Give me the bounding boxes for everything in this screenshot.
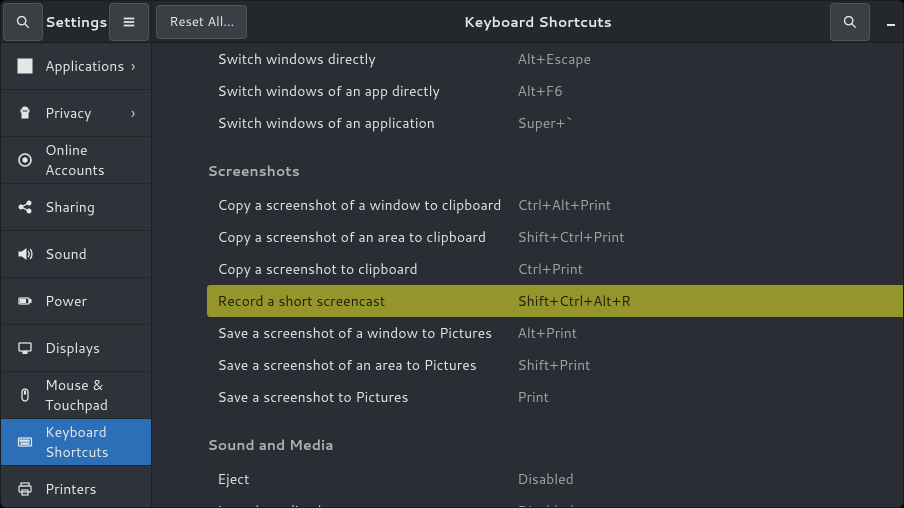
sidebar-item-mouse-touchpad[interactable]: Mouse & Touchpad: [1, 372, 151, 419]
printers-icon: [17, 481, 45, 497]
settings-app: Settings Applications›Privacy›Online Acc…: [0, 0, 904, 508]
shortcut-keys: Alt+Escape: [517, 49, 904, 69]
power-icon: [17, 293, 45, 309]
shortcut-row[interactable]: Switch windows directlyAlt+Escape: [207, 43, 904, 75]
privacy-icon: [17, 105, 45, 121]
sidebar-title: Settings: [45, 12, 107, 32]
main-title: Keyboard Shortcuts: [251, 12, 824, 32]
sidebar-item-displays[interactable]: Displays: [1, 325, 151, 372]
search-icon: [843, 15, 857, 29]
sidebar-menu-button[interactable]: [109, 3, 149, 41]
displays-icon: [17, 340, 45, 356]
shortcut-action: Copy a screenshot of a window to clipboa…: [217, 195, 517, 215]
shortcut-list: Switch windows directlyAlt+EscapeSwitch …: [152, 43, 904, 507]
sidebar-item-label: Printers: [45, 479, 135, 499]
shortcut-row[interactable]: Save a screenshot of a window to Picture…: [207, 317, 904, 349]
shortcut-keys: Shift+Print: [517, 355, 904, 375]
sharing-icon: [17, 199, 45, 215]
shortcut-row[interactable]: EjectDisabled: [207, 463, 904, 495]
shortcut-keys: Ctrl+Print: [517, 259, 904, 279]
window-buttons: [876, 7, 904, 37]
main-panel: Reset All… Keyboard Shortcuts Switch win…: [152, 1, 904, 507]
main-header: Reset All… Keyboard Shortcuts: [152, 1, 904, 43]
sidebar-list: Applications›Privacy›Online AccountsShar…: [1, 43, 151, 507]
shortcut-keys: Shift+Ctrl+Alt+R: [517, 291, 904, 311]
shortcut-row[interactable]: Copy a screenshot of a window to clipboa…: [207, 189, 904, 221]
keyboard-icon: [17, 434, 45, 450]
sidebar-item-sharing[interactable]: Sharing: [1, 184, 151, 231]
search-icon: [16, 15, 30, 29]
sidebar-item-label: Applications: [45, 56, 131, 76]
shortcut-keys: Alt+Print: [517, 323, 904, 343]
sidebar-item-label: Online Accounts: [45, 140, 135, 180]
shortcut-row[interactable]: Switch windows of an app directlyAlt+F6: [207, 75, 904, 107]
section-title-screenshots: Screenshots: [207, 143, 904, 189]
sidebar-item-keyboard-shortcuts[interactable]: Keyboard Shortcuts: [1, 419, 151, 466]
shortcut-action: Switch windows of an app directly: [217, 81, 517, 101]
chevron-right-icon: ›: [131, 102, 135, 125]
shortcut-keys: Print: [517, 387, 904, 407]
sidebar-item-label: Mouse & Touchpad: [45, 375, 135, 415]
sidebar-item-label: Power: [45, 291, 135, 311]
sidebar-item-power[interactable]: Power: [1, 278, 151, 325]
shortcut-keys: Disabled: [517, 501, 904, 507]
mouse-icon: [17, 387, 45, 403]
sidebar-item-sound[interactable]: Sound: [1, 231, 151, 278]
shortcut-action: Copy a screenshot to clipboard: [217, 259, 517, 279]
shortcut-action: Save a screenshot of an area to Pictures: [217, 355, 517, 375]
accounts-icon: [17, 152, 45, 168]
shortcut-action: Record a short screencast: [217, 291, 517, 311]
shortcut-row[interactable]: Save a screenshot to PicturesPrint: [207, 381, 904, 413]
sidebar-item-applications[interactable]: Applications›: [1, 43, 151, 90]
shortcut-keys: Shift+Ctrl+Print: [517, 227, 904, 247]
sidebar-header: Settings: [1, 1, 151, 43]
sidebar-item-online-accounts[interactable]: Online Accounts: [1, 137, 151, 184]
section-title-sound-media: Sound and Media: [207, 417, 904, 463]
shortcut-keys: Disabled: [517, 469, 904, 489]
shortcut-action: Switch windows directly: [217, 49, 517, 69]
shortcut-action: Save a screenshot of a window to Picture…: [217, 323, 517, 343]
shortcut-row[interactable]: Copy a screenshot to clipboardCtrl+Print: [207, 253, 904, 285]
shortcut-action: Eject: [217, 469, 517, 489]
hamburger-icon: [122, 15, 136, 29]
shortcut-action: Launch media player: [217, 501, 517, 507]
sidebar-item-privacy[interactable]: Privacy›: [1, 90, 151, 137]
shortcut-row[interactable]: Save a screenshot of an area to Pictures…: [207, 349, 904, 381]
shortcut-keys: Ctrl+Alt+Print: [517, 195, 904, 215]
shortcut-keys: Alt+F6: [517, 81, 904, 101]
sidebar-search-button[interactable]: [3, 3, 43, 41]
sidebar-item-label: Sound: [45, 244, 135, 264]
shortcut-row[interactable]: Record a short screencastShift+Ctrl+Alt+…: [207, 285, 904, 317]
sidebar-item-printers[interactable]: Printers: [1, 466, 151, 507]
reset-all-button[interactable]: Reset All…: [156, 5, 247, 39]
shortcut-action: Copy a screenshot of an area to clipboar…: [217, 227, 517, 247]
shortcut-action: Save a screenshot to Pictures: [217, 387, 517, 407]
chevron-right-icon: ›: [131, 55, 135, 78]
sidebar-item-label: Keyboard Shortcuts: [45, 422, 135, 462]
shortcut-list-scroll[interactable]: Switch windows directlyAlt+EscapeSwitch …: [152, 43, 904, 507]
sidebar-item-label: Displays: [45, 338, 135, 358]
shortcut-row[interactable]: Switch windows of an applicationSuper+`: [207, 107, 904, 139]
content-wrap: Switch windows directlyAlt+EscapeSwitch …: [152, 43, 904, 507]
sidebar-item-label: Privacy: [45, 103, 131, 123]
shortcut-keys: Super+`: [517, 113, 904, 133]
shortcut-action: Switch windows of an application: [217, 113, 517, 133]
sidebar: Settings Applications›Privacy›Online Acc…: [1, 1, 152, 507]
apps-icon: [17, 58, 45, 74]
sound-icon: [17, 246, 45, 262]
minimize-icon: [886, 17, 896, 27]
minimize-button[interactable]: [876, 7, 904, 37]
shortcut-row[interactable]: Launch media playerDisabled: [207, 495, 904, 507]
sidebar-item-label: Sharing: [45, 197, 135, 217]
shortcut-row[interactable]: Copy a screenshot of an area to clipboar…: [207, 221, 904, 253]
main-search-button[interactable]: [830, 3, 870, 41]
